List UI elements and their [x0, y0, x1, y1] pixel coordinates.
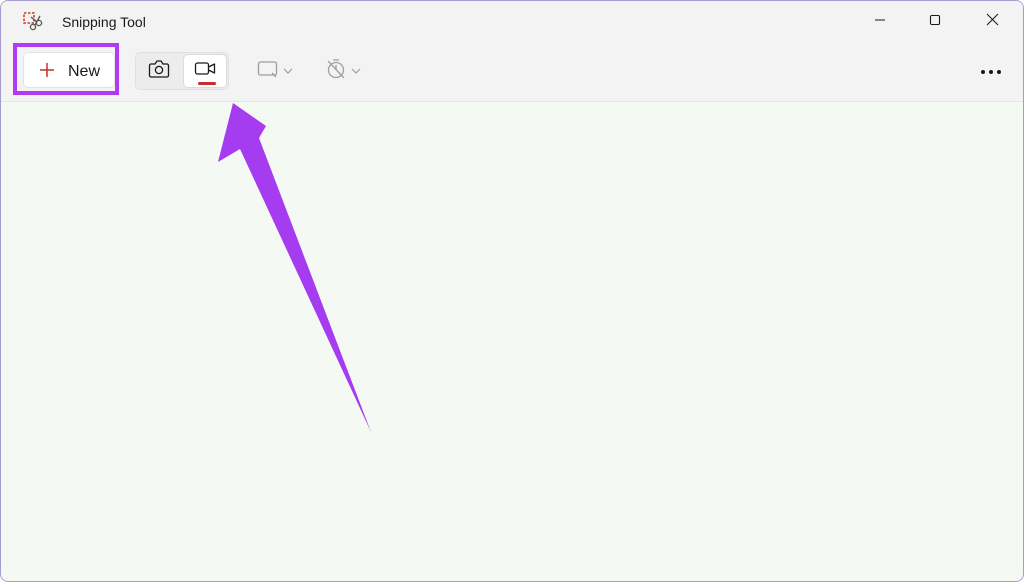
minimize-button[interactable] — [857, 7, 903, 37]
new-button-label: New — [68, 63, 101, 80]
selected-mode-indicator — [198, 82, 216, 85]
toolbar: New — [1, 43, 1023, 102]
new-button[interactable]: New — [23, 52, 115, 88]
more-options-icon — [980, 62, 1002, 80]
scissors-icon — [23, 12, 43, 32]
window-title: Snipping Tool — [62, 14, 146, 30]
capture-mode-toggle — [135, 52, 229, 90]
chevron-down-icon — [283, 62, 293, 80]
video-camera-icon — [194, 60, 216, 83]
more-options-button[interactable] — [975, 56, 1007, 86]
delay-dropdown[interactable] — [325, 56, 361, 86]
camera-icon — [148, 59, 170, 84]
snip-mode-button[interactable] — [137, 54, 181, 88]
rectangle-snip-icon — [257, 60, 279, 83]
chevron-down-icon — [351, 62, 361, 80]
close-icon — [986, 13, 999, 31]
minimize-icon — [874, 13, 886, 31]
close-button[interactable] — [969, 7, 1015, 37]
snip-shape-dropdown[interactable] — [257, 56, 293, 86]
plus-icon — [39, 62, 55, 78]
title-bar[interactable]: Snipping Tool — [1, 1, 1023, 43]
maximize-icon — [929, 13, 941, 31]
maximize-button[interactable] — [912, 7, 958, 37]
record-mode-button[interactable] — [183, 54, 227, 88]
snipping-tool-window: Snipping Tool New — [0, 0, 1024, 582]
no-timer-icon — [325, 58, 347, 85]
capture-canvas-area — [1, 102, 1023, 581]
